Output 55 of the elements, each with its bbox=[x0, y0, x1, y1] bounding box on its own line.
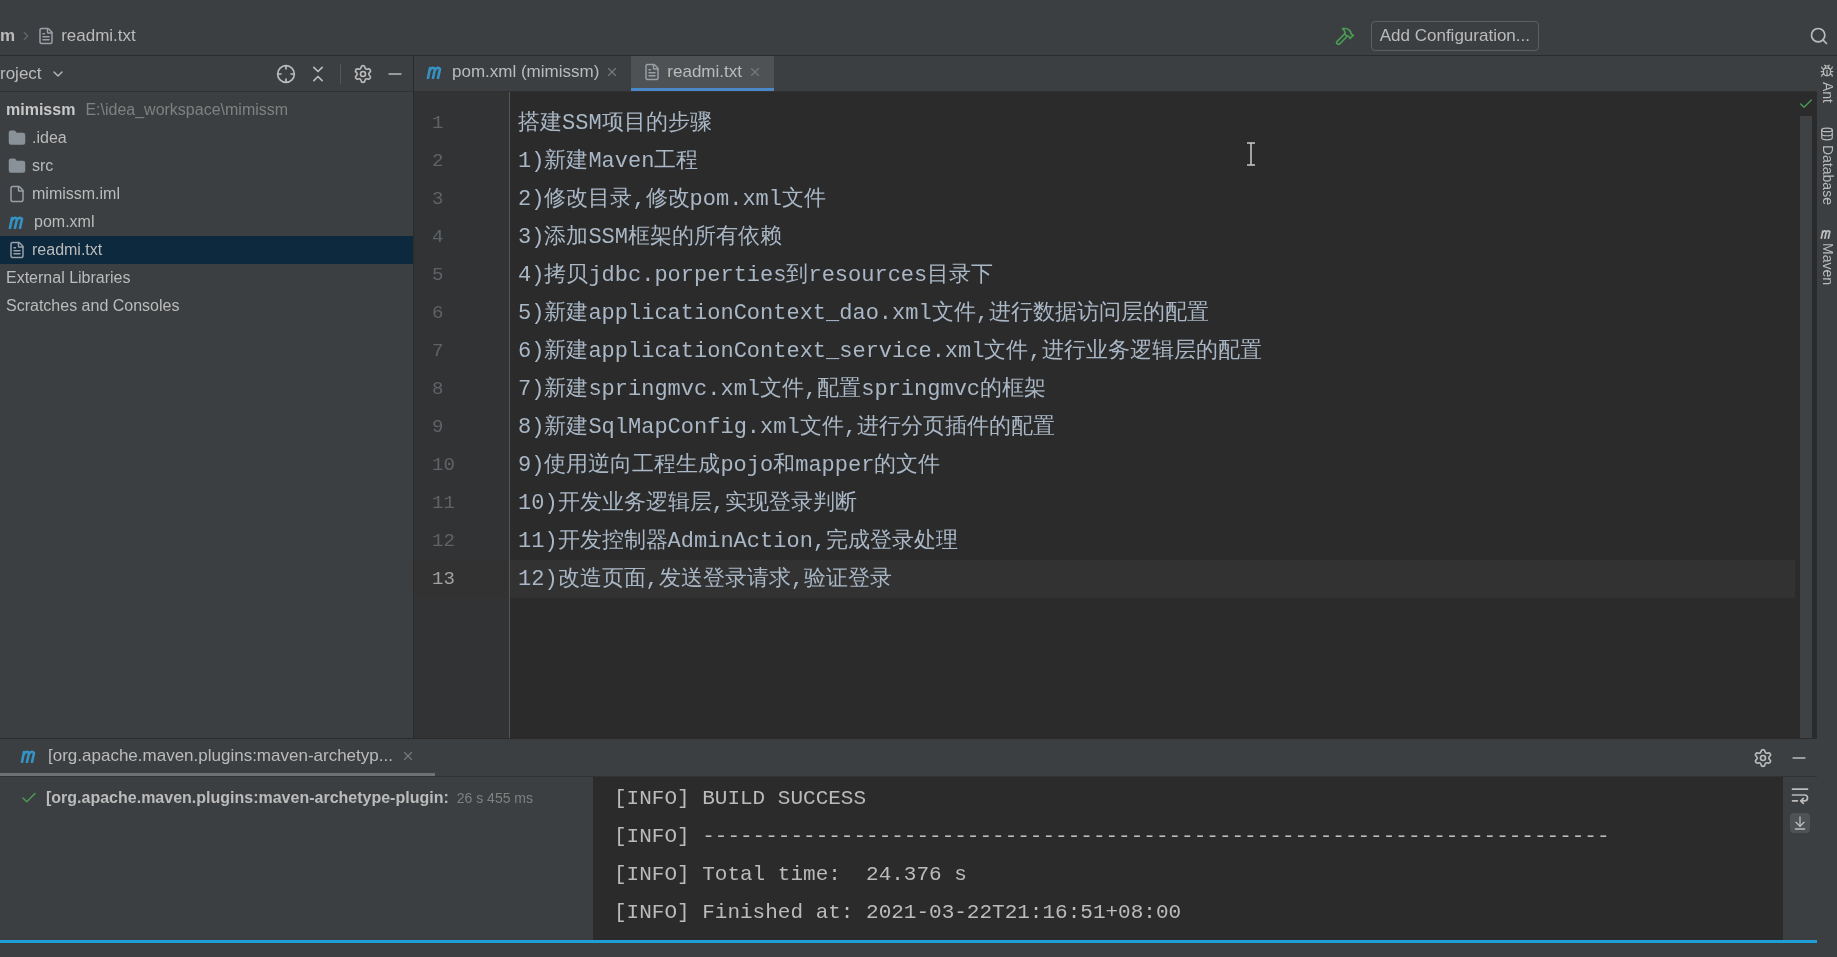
tool-window-button[interactable]: Ant bbox=[1816, 64, 1837, 103]
code-line: 2)修改目录,修改pom.xml文件 bbox=[518, 185, 827, 214]
text-file-icon bbox=[37, 26, 56, 45]
tree-item[interactable]: mimissm.iml bbox=[0, 180, 413, 208]
line-number: 13 bbox=[432, 566, 455, 592]
scroll-to-end-icon[interactable] bbox=[1790, 813, 1810, 833]
run-tab[interactable]: [org.apache.maven.plugins:maven-archetyp... bbox=[0, 739, 435, 776]
settings-icon[interactable] bbox=[353, 63, 373, 84]
maven-icon bbox=[1820, 228, 1834, 239]
code-line: 9)使用逆向工程生成pojo和mapper的文件 bbox=[518, 451, 941, 480]
settings-icon[interactable] bbox=[1753, 747, 1773, 768]
code-line: 12)改造页面,发送登录请求,验证登录 bbox=[518, 565, 892, 594]
code-line: 6)新建applicationContext_service.xml文件,进行业务逻辑层的配置 bbox=[518, 337, 1262, 366]
run-task-item[interactable]: [org.apache.maven.plugins:maven-archetype-plugin: 26 s 455 ms bbox=[0, 785, 593, 811]
code-line: 8)新建SqlMapConfig.xml文件,进行分页插件的配置 bbox=[518, 413, 1055, 442]
code-line: 10)开发业务逻辑层,实现登录判断 bbox=[518, 489, 857, 518]
console-line: [INFO] BUILD SUCCESS bbox=[614, 786, 867, 813]
code-line: 11)开发控制器AdminAction,完成登录处理 bbox=[518, 527, 959, 556]
soft-wrap-icon[interactable] bbox=[1790, 785, 1810, 805]
code-line: 4)拷贝jdbc.porperties到resources目录下 bbox=[518, 261, 994, 290]
tool-window-button[interactable]: Database bbox=[1816, 127, 1837, 205]
code-line: 3)添加SSM框架的所有依赖 bbox=[518, 223, 782, 252]
text-file-icon bbox=[643, 63, 662, 81]
hammer-icon[interactable] bbox=[1334, 25, 1355, 46]
tree-item[interactable]: pom.xml bbox=[0, 208, 413, 236]
code-line: 1)新建Maven工程 bbox=[518, 147, 699, 176]
folder-icon bbox=[8, 129, 26, 147]
console-line: [INFO] Total time: 24.376 s bbox=[614, 862, 967, 889]
tree-item[interactable]: readmi.txt bbox=[0, 236, 413, 264]
console-line: [INFO] Finished at: 2021-03-22T21:16:51+08:00 bbox=[614, 900, 1182, 927]
tree-item[interactable]: Scratches and Consoles bbox=[0, 292, 413, 320]
console-line: [INFO] ------------------------------------------------------------------------ bbox=[614, 824, 1610, 851]
text-file-icon bbox=[8, 241, 26, 259]
code-line: 搭建SSM项目的步骤 bbox=[518, 109, 712, 138]
breadcrumb-item[interactable]: readmi.txt bbox=[61, 22, 136, 49]
run-configuration-button[interactable]: Add Configuration... bbox=[1370, 20, 1539, 51]
tree-item[interactable]: mimissm E:\idea_workspace\mimissm bbox=[0, 96, 413, 124]
tree-item[interactable]: src bbox=[0, 152, 413, 180]
code-line: 7)新建springmvc.xml文件,配置springmvc的框架 bbox=[518, 375, 1047, 404]
breadcrumb-item[interactable]: m bbox=[0, 22, 16, 49]
file-icon bbox=[8, 185, 26, 203]
scrollbar[interactable] bbox=[1800, 116, 1812, 738]
tree-item[interactable]: .idea bbox=[0, 124, 413, 152]
locate-icon[interactable] bbox=[276, 63, 296, 84]
editor-tab[interactable]: readmi.txt bbox=[631, 56, 774, 91]
database-icon bbox=[1820, 127, 1834, 141]
panel-title[interactable]: roject bbox=[0, 60, 42, 87]
folder-icon bbox=[8, 157, 26, 175]
tree-item[interactable]: External Libraries bbox=[0, 264, 413, 292]
text-cursor-icon bbox=[1246, 142, 1256, 166]
code-line: 5)新建applicationContext_dao.xml文件,进行数据访问层的配置 bbox=[518, 299, 1209, 328]
bug-icon bbox=[1820, 64, 1834, 78]
editor-tab[interactable]: pom.xml (mimissm) bbox=[414, 56, 632, 91]
search-icon[interactable] bbox=[1809, 25, 1829, 46]
tool-window-button[interactable]: Maven bbox=[1816, 228, 1837, 285]
